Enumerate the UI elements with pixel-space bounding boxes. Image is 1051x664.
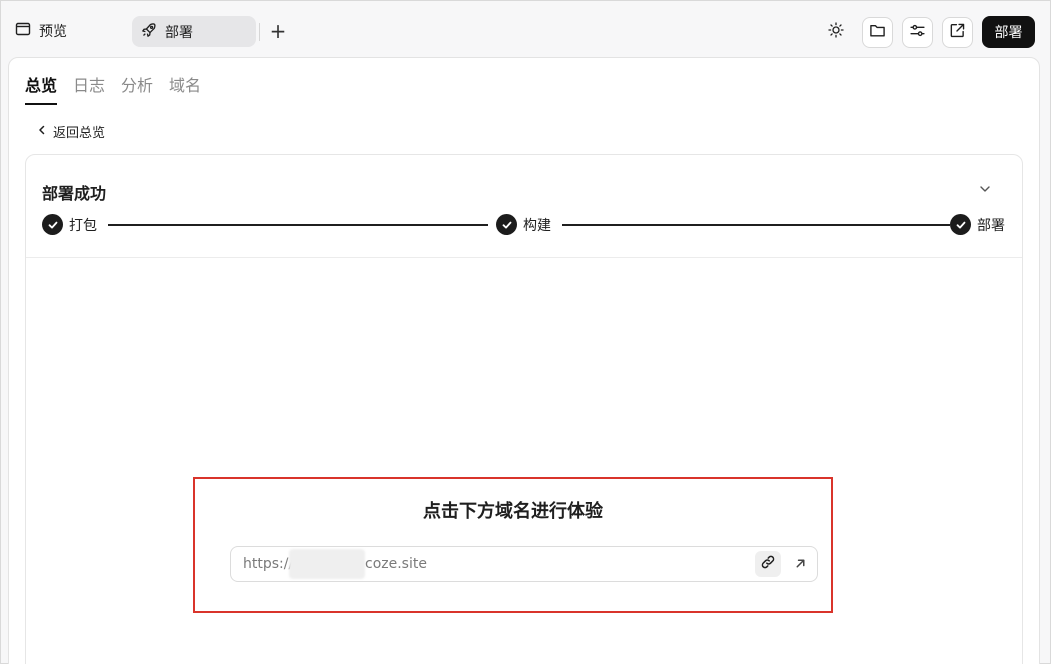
back-to-overview-link[interactable]: 返回总览 (37, 122, 105, 141)
step-connector (108, 224, 488, 226)
check-icon (496, 214, 517, 235)
open-external-button[interactable] (942, 17, 973, 48)
settings-button[interactable] (902, 17, 933, 48)
link-icon (760, 554, 776, 574)
app-window: 预览 部署 + 部署 总览 日志 分析 域名 返回总览 部署成功 打包 构建 部… (0, 0, 1051, 664)
chevron-down-icon (978, 181, 992, 200)
experience-title: 点击下方域名进行体验 (423, 501, 603, 522)
highlight-box: 点击下方域名进行体验 https:// coze.site (193, 477, 833, 613)
sun-icon (828, 22, 844, 42)
top-bar: 预览 部署 + 部署 (1, 1, 1051, 57)
add-tab-button[interactable]: + (267, 20, 289, 42)
step-label: 构建 (523, 217, 551, 234)
tab-domain[interactable]: 域名 (169, 72, 201, 105)
tab-overview[interactable]: 总览 (25, 72, 58, 105)
sliders-icon (909, 22, 926, 43)
sub-tabs: 总览 日志 分析 域名 (25, 72, 201, 105)
tab-divider (259, 23, 260, 41)
step-connector (562, 224, 950, 226)
url-suffix: coze.site (365, 556, 427, 572)
check-icon (950, 214, 971, 235)
step-deploy: 部署 (950, 214, 1005, 235)
tab-preview-label: 预览 (39, 24, 67, 40)
deploy-button[interactable]: 部署 (982, 16, 1035, 48)
files-button[interactable] (862, 17, 893, 48)
open-url-button[interactable] (787, 551, 813, 577)
theme-toggle-button[interactable] (823, 19, 849, 45)
step-label: 打包 (69, 217, 97, 234)
deployed-url-field[interactable]: https:// coze.site (230, 546, 818, 582)
browser-window-icon (15, 21, 31, 41)
step-label: 部署 (977, 217, 1005, 234)
folder-icon (869, 22, 886, 43)
back-link-label: 返回总览 (53, 126, 106, 141)
arrow-up-right-icon (794, 555, 807, 574)
chevron-left-icon (37, 124, 47, 139)
card-title: 部署成功 (42, 184, 107, 203)
tab-preview[interactable]: 预览 (15, 19, 67, 43)
url-redacted-mask (289, 549, 365, 579)
step-build: 构建 (496, 214, 557, 235)
tab-deploy-label: 部署 (165, 24, 193, 41)
copy-link-button[interactable] (755, 551, 781, 577)
tab-logs[interactable]: 日志 (73, 72, 105, 105)
tab-analytics[interactable]: 分析 (121, 72, 153, 105)
url-prefix: https:// (243, 556, 294, 572)
collapse-button[interactable] (978, 181, 994, 197)
card-header: 部署成功 打包 构建 部署 (26, 155, 1022, 258)
step-package: 打包 (42, 214, 97, 235)
check-icon (42, 214, 63, 235)
external-link-icon (949, 22, 966, 43)
rocket-icon (141, 22, 157, 42)
tab-deploy[interactable]: 部署 (132, 16, 256, 47)
